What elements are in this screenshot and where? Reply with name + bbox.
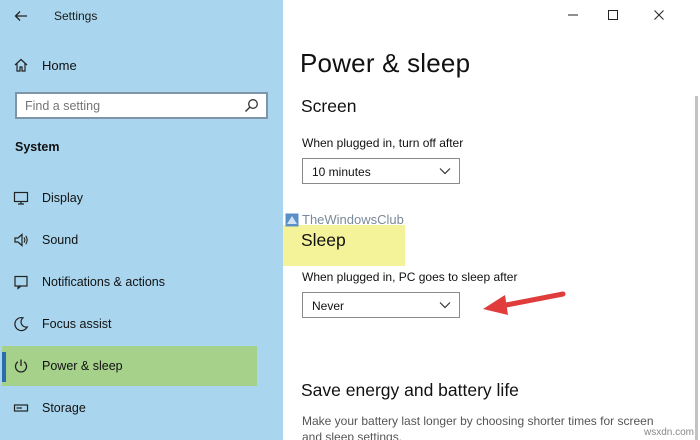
monitor-icon (13, 191, 29, 205)
sidebar-item-storage[interactable]: Storage (0, 388, 283, 428)
main-content: Power & sleep Screen When plugged in, tu… (283, 0, 700, 440)
back-arrow-icon (14, 11, 27, 21)
search-box[interactable] (15, 92, 268, 119)
dropdown-value: 10 minutes (312, 165, 371, 179)
sleep-timeout-dropdown[interactable]: Never (302, 292, 460, 318)
sidebar-item-home[interactable]: Home (0, 50, 283, 80)
app-title: Settings (54, 9, 98, 23)
window-controls (550, 0, 700, 30)
scrollbar[interactable] (695, 96, 698, 440)
sidebar-item-label: Power & sleep (42, 359, 123, 373)
thewindowsclub-logo-icon (285, 213, 299, 226)
sidebar-item-label: Notifications & actions (42, 275, 165, 289)
notifications-icon (14, 275, 28, 290)
sidebar-item-notifications[interactable]: Notifications & actions (0, 262, 283, 302)
red-arrow-annotation (483, 291, 566, 315)
home-icon (14, 58, 28, 72)
minimize-icon (568, 14, 578, 16)
chevron-down-icon (439, 168, 451, 175)
maximize-button[interactable] (590, 0, 636, 30)
sidebar-item-label: Storage (42, 401, 86, 415)
power-icon (14, 359, 28, 373)
page-title: Power & sleep (300, 48, 471, 78)
save-energy-heading: Save energy and battery life (301, 380, 519, 400)
sleep-timeout-label: When plugged in, PC goes to sleep after (302, 270, 518, 284)
sidebar: Settings Home System Display Sound (0, 0, 283, 440)
sidebar-item-display[interactable]: Display (0, 178, 283, 218)
title-bar: Settings (0, 0, 283, 30)
screen-timeout-label: When plugged in, turn off after (302, 136, 464, 150)
screen-heading: Screen (301, 96, 357, 116)
site-watermark: wsxdn.com (643, 427, 694, 438)
sidebar-item-label: Home (42, 58, 77, 73)
dropdown-value: Never (312, 299, 345, 313)
speaker-icon (14, 233, 28, 247)
close-button[interactable] (636, 0, 682, 30)
watermark-text: TheWindowsClub (302, 212, 404, 227)
sidebar-item-label: Sound (42, 233, 79, 247)
sidebar-item-focus-assist[interactable]: Focus assist (0, 304, 283, 344)
sidebar-item-power-sleep[interactable]: Power & sleep (2, 346, 257, 386)
sidebar-item-sound[interactable]: Sound (0, 220, 283, 260)
maximize-icon (608, 10, 618, 20)
section-label-system: System (15, 140, 60, 154)
sleep-heading: Sleep (301, 230, 346, 250)
search-icon[interactable] (244, 98, 259, 113)
watermark: TheWindowsClub (285, 212, 404, 227)
search-input[interactable] (17, 94, 237, 117)
selection-indicator (2, 352, 6, 382)
sidebar-item-label: Display (42, 191, 83, 205)
storage-icon (13, 404, 29, 412)
screen-timeout-dropdown[interactable]: 10 minutes (302, 158, 460, 184)
sidebar-item-label: Focus assist (42, 317, 112, 331)
chevron-down-icon (439, 302, 451, 309)
back-button[interactable] (10, 6, 32, 26)
close-icon (654, 10, 664, 20)
save-energy-description: Make your battery last longer by choosin… (302, 414, 654, 440)
moon-icon (14, 317, 29, 332)
